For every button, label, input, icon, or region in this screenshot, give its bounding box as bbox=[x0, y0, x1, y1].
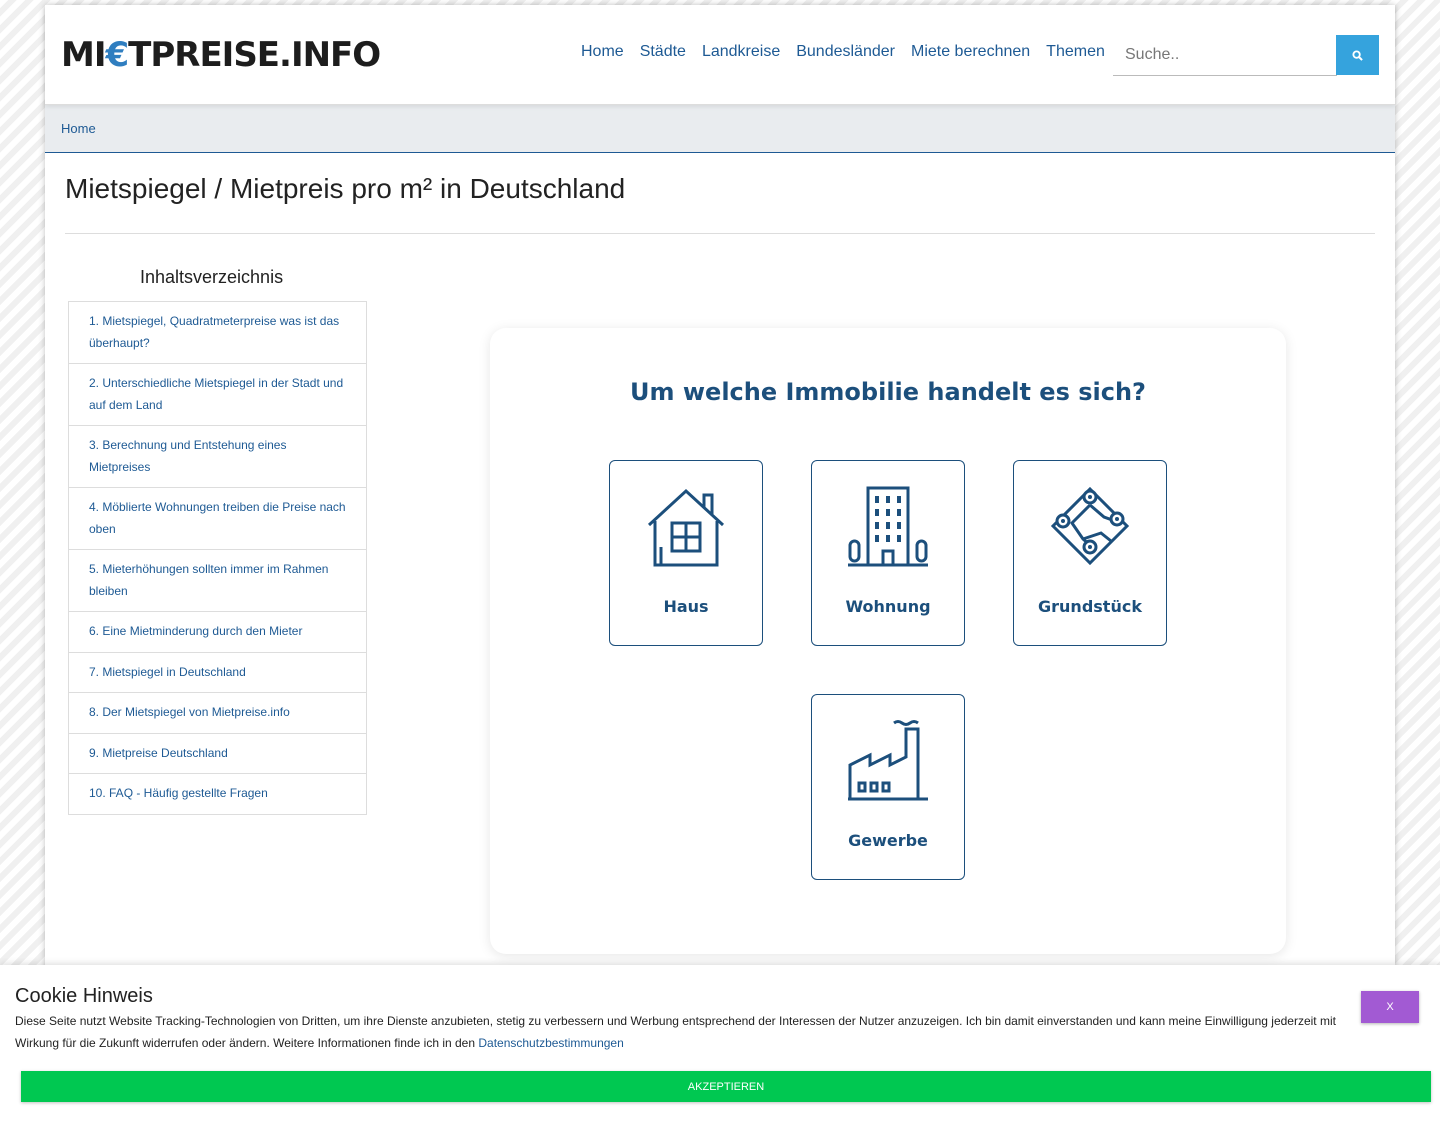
toc-item: 2. Unterschiedliche Mietspiegel in der S… bbox=[69, 364, 366, 426]
cookie-title: Cookie Hinweis bbox=[15, 985, 153, 1007]
toc-item: 8. Der Mietspiegel von Mietpreise.info bbox=[69, 693, 366, 734]
house-icon bbox=[647, 488, 725, 567]
cookie-banner: Cookie Hinweis Diese Seite nutzt Website… bbox=[0, 965, 1440, 1123]
option-haus[interactable]: Haus bbox=[609, 460, 763, 646]
toc-link[interactable]: 4. Möblierte Wohnungen treiben die Preis… bbox=[89, 500, 346, 536]
toc-link[interactable]: 5. Mieterhöhungen sollten immer im Rahme… bbox=[89, 562, 328, 598]
option-wohnung[interactable]: Wohnung bbox=[811, 460, 965, 646]
factory-icon bbox=[848, 720, 928, 801]
option-gewerbe[interactable]: Gewerbe bbox=[811, 694, 965, 880]
option-grundstueck[interactable]: Grundstück bbox=[1013, 460, 1167, 646]
toc-item: 6. Eine Mietminderung durch den Mieter bbox=[69, 612, 366, 653]
privacy-link[interactable]: Datenschutzbestimmungen bbox=[478, 1036, 623, 1050]
building-icon bbox=[848, 486, 928, 567]
toc-item: 7. Mietspiegel in Deutschland bbox=[69, 653, 366, 693]
main-nav: Home Städte Landkreise Bundesländer Miet… bbox=[573, 43, 1113, 61]
toc-heading: Inhaltsverzeichnis bbox=[140, 267, 284, 287]
search-button[interactable] bbox=[1336, 35, 1379, 75]
nav-home[interactable]: Home bbox=[581, 43, 624, 61]
nav-themen[interactable]: Themen bbox=[1046, 43, 1105, 61]
search-input[interactable] bbox=[1113, 34, 1337, 76]
accept-cookies-button[interactable]: AKZEPTIEREN bbox=[21, 1071, 1431, 1102]
nav-miete-berechnen[interactable]: Miete berechnen bbox=[911, 43, 1030, 61]
site-logo[interactable]: MI€TPREISE.INFO bbox=[61, 35, 381, 75]
nav-staedte[interactable]: Städte bbox=[640, 43, 686, 61]
toc-item: 10. FAQ - Häufig gestellte Fragen bbox=[69, 774, 366, 814]
breadcrumb: Home bbox=[45, 105, 1395, 153]
toc-link[interactable]: 6. Eine Mietminderung durch den Mieter bbox=[89, 624, 302, 638]
property-type-card: Um welche Immobilie handelt es sich? Hau… bbox=[490, 328, 1286, 954]
table-of-contents: 1. Mietspiegel, Quadratmeterpreise was i… bbox=[68, 301, 367, 815]
toc-link[interactable]: 8. Der Mietspiegel von Mietpreise.info bbox=[89, 705, 290, 719]
toc-link[interactable]: 2. Unterschiedliche Mietspiegel in der S… bbox=[89, 376, 343, 412]
option-label: Wohnung bbox=[845, 597, 931, 616]
toc-item: 9. Mietpreise Deutschland bbox=[69, 734, 366, 774]
nav-landkreise[interactable]: Landkreise bbox=[702, 43, 780, 61]
page-title: Mietspiegel / Mietpreis pro m² in Deutsc… bbox=[65, 173, 626, 204]
cookie-text: Diese Seite nutzt Website Tracking-Techn… bbox=[15, 1014, 1336, 1050]
toc-link[interactable]: 9. Mietpreise Deutschland bbox=[89, 746, 228, 760]
site-header: MI€TPREISE.INFO Home Städte Landkreise B… bbox=[45, 5, 1395, 105]
option-label: Grundstück bbox=[1038, 597, 1142, 616]
toc-link[interactable]: 7. Mietspiegel in Deutschland bbox=[89, 665, 246, 679]
toc-link[interactable]: 1. Mietspiegel, Quadratmeterpreise was i… bbox=[89, 314, 339, 350]
plot-icon bbox=[1050, 486, 1130, 566]
toc-link[interactable]: 3. Berechnung und Entstehung eines Mietp… bbox=[89, 438, 286, 474]
toc-link[interactable]: 10. FAQ - Häufig gestellte Fragen bbox=[89, 786, 268, 800]
page-container: MI€TPREISE.INFO Home Städte Landkreise B… bbox=[45, 5, 1395, 1123]
divider bbox=[65, 233, 1375, 234]
breadcrumb-home[interactable]: Home bbox=[61, 121, 96, 136]
option-label: Gewerbe bbox=[848, 831, 928, 850]
toc-item: 1. Mietspiegel, Quadratmeterpreise was i… bbox=[69, 302, 366, 364]
property-type-heading: Um welche Immobilie handelt es sich? bbox=[630, 378, 1146, 406]
search-icon bbox=[1352, 49, 1363, 61]
option-label: Haus bbox=[663, 597, 709, 616]
toc-item: 5. Mieterhöhungen sollten immer im Rahme… bbox=[69, 550, 366, 612]
toc-item: 3. Berechnung und Entstehung eines Mietp… bbox=[69, 426, 366, 488]
toc-item: 4. Möblierte Wohnungen treiben die Preis… bbox=[69, 488, 366, 550]
cookie-close-button[interactable]: X bbox=[1361, 991, 1419, 1023]
nav-bundeslaender[interactable]: Bundesländer bbox=[796, 43, 895, 61]
